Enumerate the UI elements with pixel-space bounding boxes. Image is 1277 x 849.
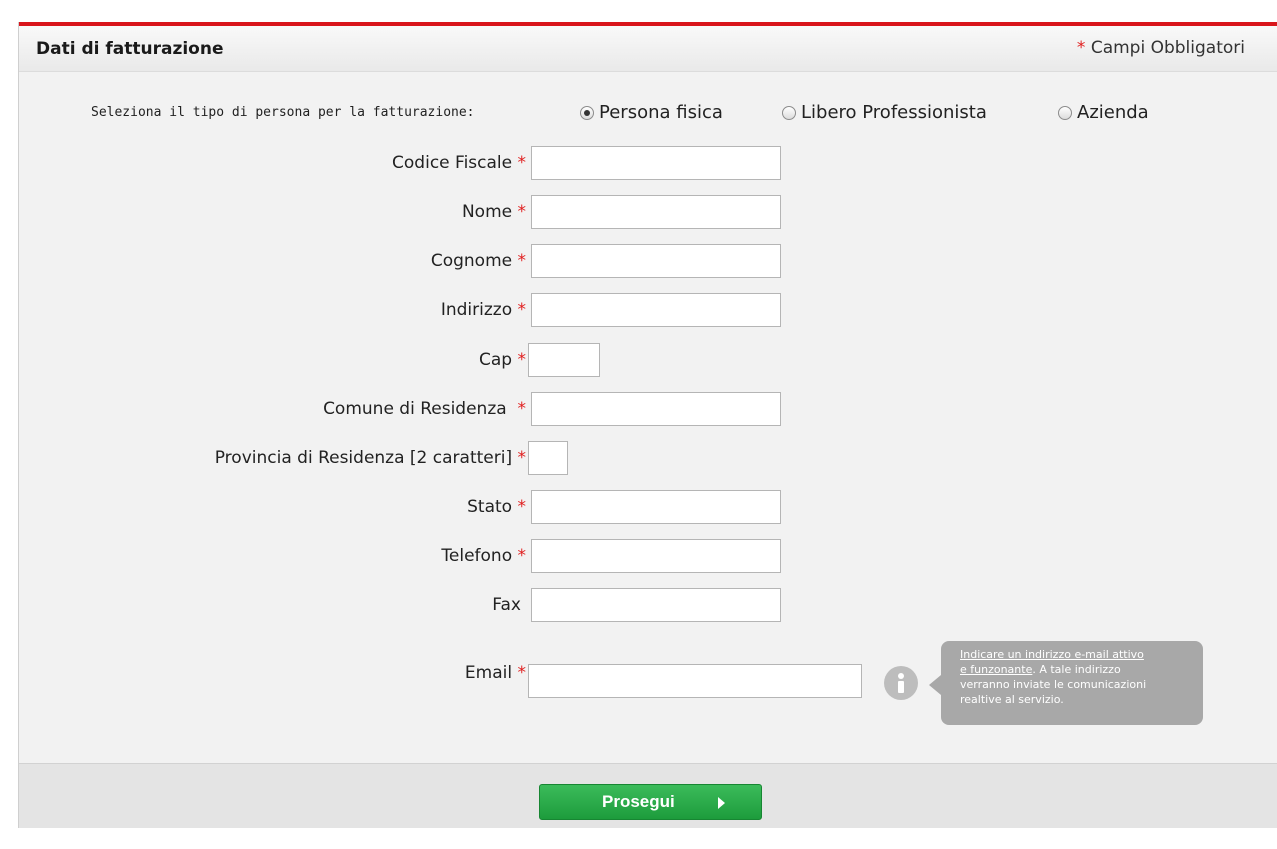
required-star: * xyxy=(517,300,527,320)
required-star: * xyxy=(517,399,527,419)
indirizzo-input[interactable] xyxy=(531,293,781,327)
panel-header: Dati di fatturazione * Campi Obbligatori xyxy=(19,26,1277,72)
cognome-label: Cognome * xyxy=(430,251,527,271)
email-tooltip: Indicare un indirizzo e-mail attivo e fu… xyxy=(929,641,1203,725)
required-star: * xyxy=(517,251,527,271)
radio-libero-professionista[interactable]: Libero Professionista xyxy=(782,102,987,123)
codice-fiscale-input[interactable] xyxy=(531,146,781,180)
radio-label: Persona fisica xyxy=(599,102,723,123)
tooltip-line: Indicare un indirizzo e-mail attivo xyxy=(960,648,1144,661)
nome-input[interactable] xyxy=(531,195,781,229)
cognome-input[interactable] xyxy=(531,244,781,278)
required-star: * xyxy=(517,448,527,468)
cap-label: Cap * xyxy=(479,350,526,370)
provincia-input[interactable] xyxy=(528,441,568,475)
info-icon[interactable] xyxy=(884,666,918,700)
required-note-text: Campi Obbligatori xyxy=(1090,38,1245,58)
stato-input[interactable] xyxy=(531,490,781,524)
radio-unselected-icon[interactable] xyxy=(782,105,796,120)
provincia-label: Provincia di Residenza [2 caratteri] * xyxy=(214,448,527,468)
continue-button-label: Prosegui xyxy=(602,792,675,811)
required-star: * xyxy=(517,546,527,566)
radio-label: Azienda xyxy=(1077,102,1149,123)
telefono-input[interactable] xyxy=(531,539,781,573)
fax-label: Fax xyxy=(492,595,521,615)
codice-fiscale-label: Codice Fiscale * xyxy=(392,153,526,173)
radio-persona-fisica[interactable]: Persona fisica xyxy=(580,102,723,123)
required-star: * xyxy=(517,202,527,222)
email-label: Email * xyxy=(464,663,527,683)
tooltip-line: verranno inviate le comunicazioni xyxy=(960,678,1147,691)
required-star: * xyxy=(1076,38,1086,58)
comune-input[interactable] xyxy=(531,392,781,426)
indirizzo-label: Indirizzo * xyxy=(440,300,527,320)
form-footer: Prosegui xyxy=(19,763,1277,828)
panel-title: Dati di fatturazione xyxy=(36,39,224,59)
continue-button[interactable]: Prosegui xyxy=(539,784,762,820)
telefono-label: Telefono * xyxy=(441,546,526,566)
billing-panel: Dati di fatturazione * Campi Obbligatori… xyxy=(18,22,1277,828)
required-star: * xyxy=(517,663,527,683)
email-input[interactable] xyxy=(528,664,862,698)
radio-selected-icon[interactable] xyxy=(580,105,594,120)
required-star: * xyxy=(517,350,527,370)
fax-input[interactable] xyxy=(531,588,781,622)
radio-label: Libero Professionista xyxy=(801,102,987,123)
tooltip-line: e funzonante. A tale indirizzo xyxy=(960,663,1121,676)
arrow-right-icon xyxy=(718,797,725,809)
person-type-label: Seleziona il tipo di persona per la fatt… xyxy=(91,105,475,120)
stato-label: Stato * xyxy=(467,497,526,517)
required-fields-note: * Campi Obbligatori xyxy=(1077,38,1245,58)
required-star: * xyxy=(517,497,527,517)
required-star: * xyxy=(517,153,527,173)
comune-label: Comune di Residenza * xyxy=(323,399,526,419)
nome-label: Nome * xyxy=(461,202,527,222)
person-type-row: Seleziona il tipo di persona per la fatt… xyxy=(19,102,1277,126)
tooltip-line: realtive al servizio. xyxy=(960,693,1064,706)
cap-input[interactable] xyxy=(528,343,600,377)
radio-azienda[interactable]: Azienda xyxy=(1058,102,1149,123)
radio-unselected-icon[interactable] xyxy=(1058,105,1072,120)
